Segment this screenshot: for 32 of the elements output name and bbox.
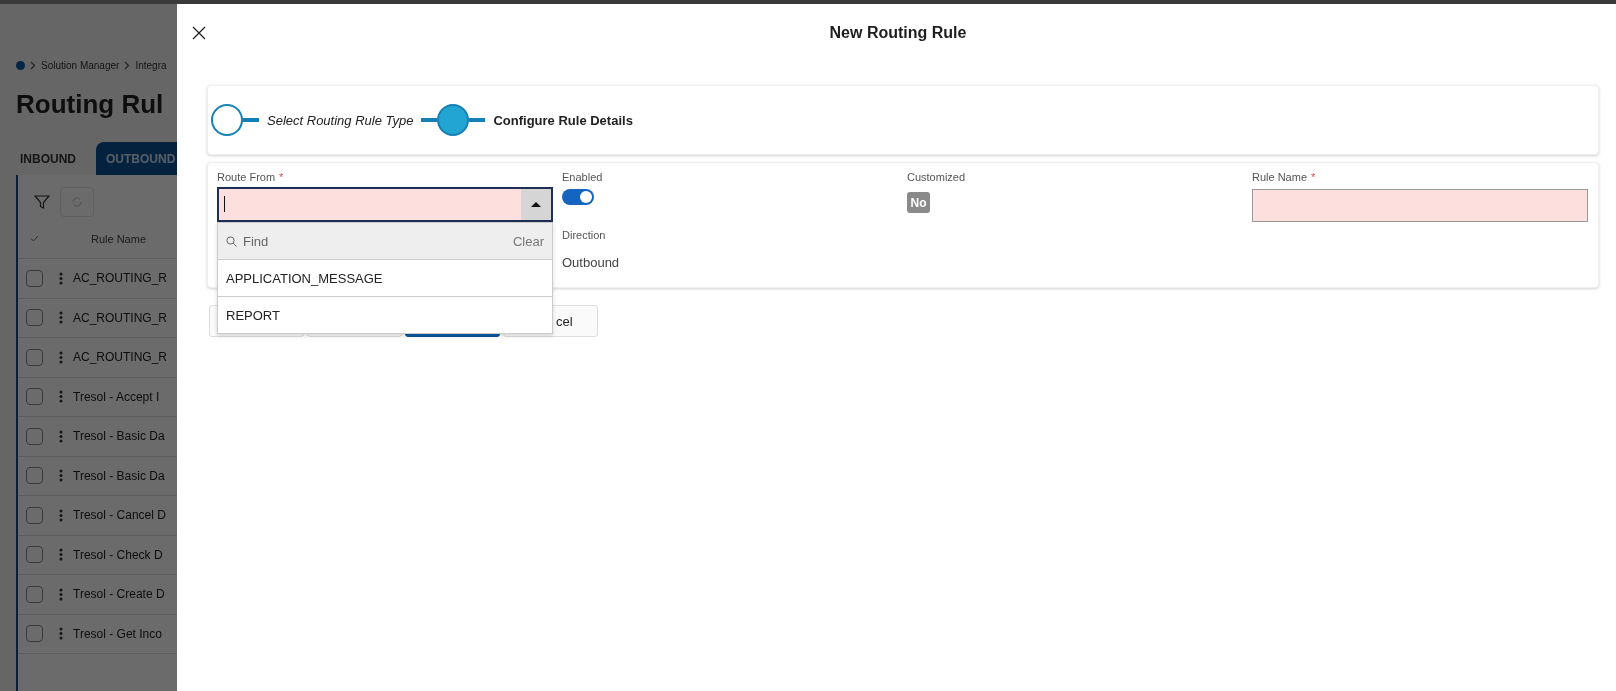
page-title: Routing Rul	[16, 89, 165, 120]
table-cell: Tresol - Basic Da	[73, 468, 165, 483]
find-field[interactable]: Find Clear	[218, 223, 552, 259]
status-badge: No	[907, 192, 930, 213]
field-label: Enabled	[562, 171, 604, 185]
tab[interactable]: INBOUND	[10, 142, 86, 175]
column-header[interactable]: Rule Name	[91, 232, 147, 245]
table-cell: AC_ROUTING_R	[73, 350, 167, 365]
table-cell: Tresol - Basic Da	[73, 429, 165, 444]
step-label: Configure Rule Details	[493, 112, 633, 128]
table-cell: AC_ROUTING_R	[73, 271, 167, 286]
clear-button[interactable]: Clear	[512, 233, 544, 249]
table-cell: Tresol - Check D	[73, 547, 163, 562]
field-value: Outbound	[562, 255, 621, 270]
table-cell: Tresol - Accept I	[73, 389, 160, 404]
dropdown-option[interactable]: APPLICATION_MESSAGE	[218, 259, 552, 296]
breadcrumb-link[interactable]: Integra	[135, 59, 167, 71]
dialog-title: New Routing Rule	[829, 24, 967, 42]
field-label: Direction	[562, 229, 607, 243]
dropdown-option[interactable]: REPORT	[218, 296, 552, 333]
table-cell: AC_ROUTING_R	[73, 310, 167, 325]
table-cell: Tresol - Cancel D	[73, 508, 166, 523]
field-label: Route From	[217, 171, 276, 185]
field-label: Customized	[907, 171, 967, 185]
table-cell: Tresol - Create D	[73, 587, 165, 602]
breadcrumb-link[interactable]: Solution Manager	[41, 59, 120, 71]
table-cell: Tresol - Get Inco	[73, 626, 162, 641]
required-mark: *	[279, 171, 284, 185]
field-label: Rule Name	[1252, 171, 1308, 185]
required-mark: *	[1311, 171, 1316, 185]
tab[interactable]: OUTBOUND	[96, 142, 177, 175]
step-label: Select Routing Rule Type	[267, 112, 414, 128]
